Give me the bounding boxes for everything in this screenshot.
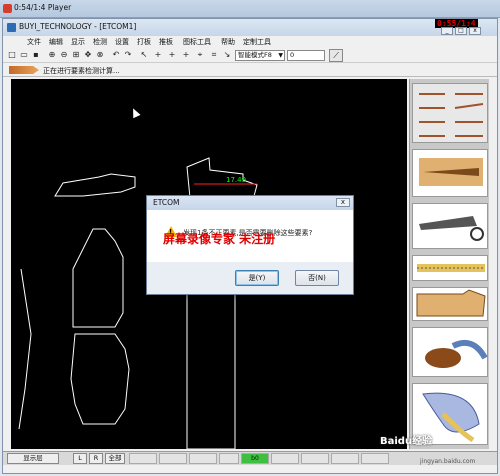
measure-tool-icon[interactable]: ⌗: [209, 50, 219, 60]
green-status-cell: b0: [241, 453, 269, 464]
point-tool-3-icon[interactable]: +: [181, 50, 191, 60]
sleeve-piece-shape: [70, 333, 130, 425]
status-line: 正在进行要素检测计算...: [3, 64, 497, 77]
grade-tool-icon[interactable]: ⌖: [195, 50, 205, 60]
scissors-icon[interactable]: [412, 203, 488, 249]
status-cell: [361, 453, 389, 464]
status-cell: [301, 453, 329, 464]
menubar: 文件 编辑 显示 检测 设置 打板 推板 图标工具 帮助 定制工具: [3, 36, 497, 48]
recorder-watermark: 屏幕录像专家 未注册: [163, 232, 276, 246]
mode-select[interactable]: 智能模式F8 ▼: [235, 50, 285, 61]
menu-custom-tools[interactable]: 定制工具: [243, 37, 271, 47]
all-button[interactable]: 全部: [105, 453, 125, 464]
tool-icons-grid[interactable]: [412, 83, 488, 143]
zoom-out-icon[interactable]: ⊖: [59, 50, 69, 60]
cursor-tool-icon[interactable]: ↘: [222, 50, 232, 60]
undo-icon[interactable]: ↶: [111, 50, 121, 60]
tool-panel: [409, 79, 489, 449]
zoom-fit-icon[interactable]: ⊗: [95, 50, 105, 60]
new-file-icon[interactable]: □: [7, 50, 17, 60]
point-tool-icon[interactable]: +: [153, 50, 163, 60]
app-logo-icon: [7, 23, 16, 32]
ruler-button[interactable]: ⟋: [329, 49, 343, 62]
back-bodice-shape: [72, 228, 124, 328]
measure-tape-icon[interactable]: [412, 255, 488, 281]
dimension-label: 17.49: [226, 176, 246, 184]
menu-file[interactable]: 文件: [27, 37, 41, 47]
open-folder-icon[interactable]: ▭: [19, 50, 29, 60]
dialog-titlebar: ETCOM x: [147, 196, 353, 210]
menu-help[interactable]: 帮助: [221, 37, 235, 47]
no-button[interactable]: 否(N): [295, 270, 339, 286]
app-title: BUYI_TECHNOLOGY - [ETCOM1]: [19, 22, 137, 31]
point-tool-2-icon[interactable]: +: [167, 50, 177, 60]
dialog-close-button[interactable]: x: [336, 198, 350, 207]
status-cell: [129, 453, 157, 464]
progress-arrow-icon: [9, 66, 39, 74]
side-strip-shape: [18, 268, 32, 430]
baidu-logo: Baidu经验: [380, 436, 433, 447]
right-button[interactable]: R: [89, 453, 103, 464]
status-text: 正在进行要素检测计算...: [43, 67, 120, 75]
dialog-body: ! 发现1条不正要素,是否需要删除这些要素? 屏幕录像专家 未注册: [147, 210, 353, 262]
zoom-in-icon[interactable]: ⊕: [47, 50, 57, 60]
menu-settings[interactable]: 设置: [115, 37, 129, 47]
player-title: 0:54/1:4 Player: [14, 3, 72, 12]
value-input[interactable]: 0: [287, 50, 325, 61]
menu-view[interactable]: 显示: [71, 37, 85, 47]
dialog-title: ETCOM: [153, 198, 180, 207]
menu-check[interactable]: 检测: [93, 37, 107, 47]
close-button[interactable]: x: [469, 27, 481, 35]
maximize-button[interactable]: □: [455, 27, 467, 35]
layer-button[interactable]: 显示层: [7, 453, 59, 464]
menu-grading[interactable]: 推板: [159, 37, 173, 47]
player-icon: [3, 4, 12, 13]
status-cell: [189, 453, 217, 464]
menu-pattern[interactable]: 打板: [137, 37, 151, 47]
mode-select-value: 智能模式F8: [238, 51, 272, 59]
status-cell: [159, 453, 187, 464]
confirm-dialog: ETCOM x ! 发现1条不正要素,是否需要删除这些要素? 屏幕录像专家 未注…: [146, 195, 354, 295]
baidu-url: jingyan.baidu.com: [420, 458, 476, 465]
ruler-tool-icon[interactable]: [412, 149, 488, 197]
zoom-window-icon[interactable]: ⊞: [71, 50, 81, 60]
menu-icon-tools[interactable]: 图标工具: [183, 37, 211, 47]
status-cell: [219, 453, 239, 464]
pincushion-icon[interactable]: [412, 327, 488, 377]
pattern-board-icon[interactable]: [412, 287, 488, 321]
left-button[interactable]: L: [73, 453, 87, 464]
player-titlebar: 0:54/1:4 Player: [0, 0, 500, 18]
pan-icon[interactable]: ✥: [83, 50, 93, 60]
toolbar: □ ▭ ▪ ⊕ ⊖ ⊞ ✥ ⊗ ↶ ↷ ↖ + + + ⌖ ⌗ ↘ 智能模式F8…: [3, 48, 497, 63]
app-titlebar: BUYI_TECHNOLOGY - [ETCOM1] 0:55/1:4 _ □ …: [3, 19, 497, 36]
minimize-button[interactable]: _: [441, 27, 453, 35]
chevron-down-icon: ▼: [278, 52, 283, 59]
status-cell: [271, 453, 299, 464]
select-arrow-icon[interactable]: ↖: [139, 50, 149, 60]
menu-edit[interactable]: 编辑: [49, 37, 63, 47]
collar-piece-shape: [54, 173, 136, 197]
status-cell: [331, 453, 359, 464]
save-icon[interactable]: ▪: [31, 50, 41, 60]
yes-button[interactable]: 是(Y): [235, 270, 279, 286]
redo-icon[interactable]: ↷: [123, 50, 133, 60]
